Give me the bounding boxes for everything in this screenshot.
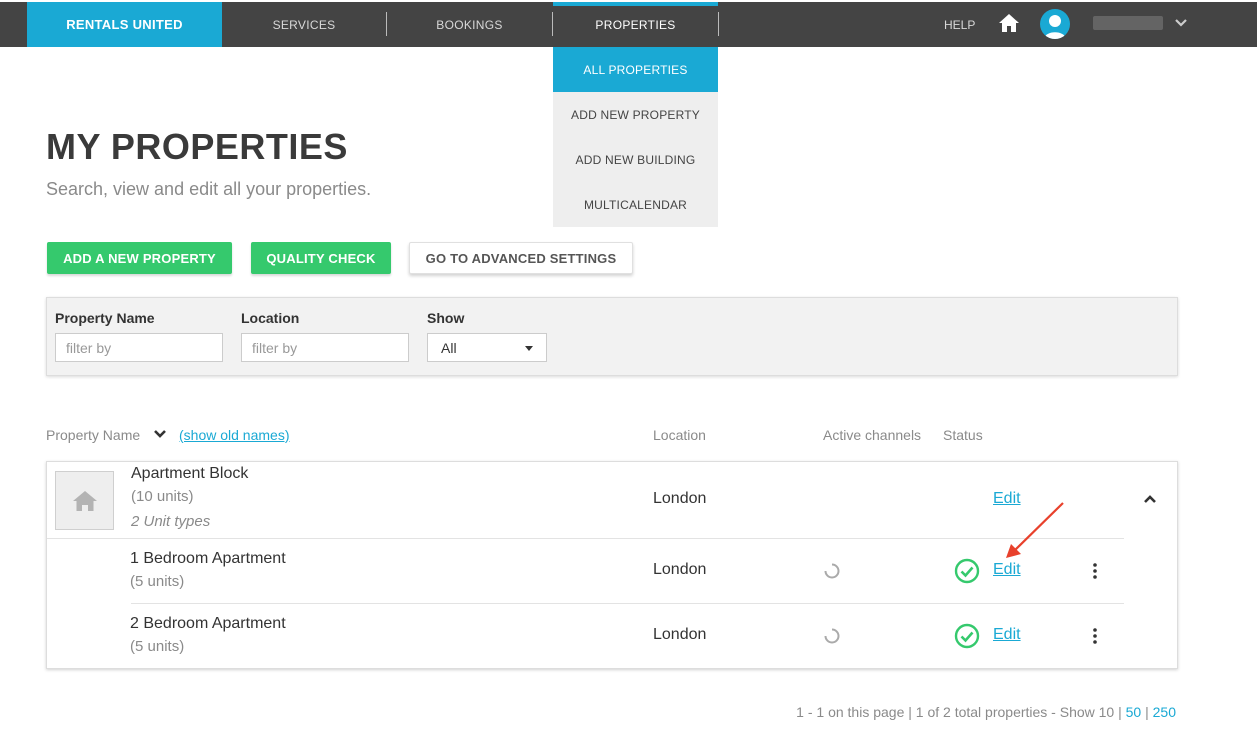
show-filter-value: All <box>441 339 457 356</box>
unit-count: (5 units) <box>130 573 185 590</box>
page-title: MY PROPERTIES <box>46 126 348 167</box>
row-divider <box>47 538 1124 539</box>
annotation-arrow-icon <box>1006 502 1064 558</box>
filter-panel: Property Name filter by Location filter … <box>46 297 1178 376</box>
menu-item-all-properties[interactable]: ALL PROPERTIES <box>553 47 718 92</box>
menu-item-add-new-property[interactable]: ADD NEW PROPERTY <box>553 92 718 137</box>
location-filter-input[interactable]: filter by <box>241 333 409 362</box>
property-name-filter-input[interactable]: filter by <box>55 333 223 362</box>
unit-edit-link[interactable]: Edit <box>993 626 1021 644</box>
chevron-up-icon[interactable] <box>1143 494 1157 504</box>
show-old-names-link[interactable]: (show old names) <box>179 427 290 443</box>
column-header-location: Location <box>653 427 706 443</box>
nav-bookings[interactable]: BOOKINGS <box>387 2 552 47</box>
loading-spinner-icon <box>824 563 840 579</box>
row-divider <box>131 603 1124 604</box>
more-options-icon[interactable] <box>1092 562 1098 580</box>
show-250-link[interactable]: 250 <box>1153 704 1176 720</box>
property-thumbnail <box>55 471 114 530</box>
show-filter-select[interactable]: All <box>427 333 547 362</box>
property-name-filter-label: Property Name <box>55 310 155 326</box>
pagination-summary: 1 - 1 on this page | 1 of 2 total proper… <box>796 704 1176 720</box>
user-avatar[interactable] <box>1040 9 1070 39</box>
status-check-icon <box>954 558 980 584</box>
status-check-icon <box>954 623 980 649</box>
building-units: (10 units) <box>131 488 194 505</box>
unit-name[interactable]: 1 Bedroom Apartment <box>130 550 286 568</box>
properties-dropdown-menu: ALL PROPERTIES ADD NEW PROPERTY ADD NEW … <box>553 47 718 227</box>
chevron-down-icon[interactable] <box>1174 16 1188 30</box>
show-50-link[interactable]: 50 <box>1126 704 1142 720</box>
advanced-settings-button[interactable]: GO TO ADVANCED SETTINGS <box>409 242 633 274</box>
add-new-property-button[interactable]: ADD A NEW PROPERTY <box>47 242 232 274</box>
pagination-separator: | <box>1141 704 1153 720</box>
unit-count: (5 units) <box>130 638 185 655</box>
loading-spinner-icon <box>824 628 840 644</box>
unit-location: London <box>653 626 707 643</box>
unit-location: London <box>653 561 707 578</box>
user-name-blurred[interactable] <box>1093 16 1163 30</box>
caret-down-icon <box>525 346 533 351</box>
show-filter-label: Show <box>427 310 465 326</box>
more-options-icon[interactable] <box>1092 627 1098 645</box>
menu-item-multicalendar[interactable]: MULTICALENDAR <box>553 182 718 227</box>
brand-logo[interactable]: RENTALS UNITED <box>27 2 222 47</box>
nav-services[interactable]: SERVICES <box>222 2 386 47</box>
building-unit-types: 2 Unit types <box>131 513 211 530</box>
page-subtitle: Search, view and edit all your propertie… <box>46 179 372 199</box>
column-header-property-name[interactable]: Property Name <box>46 427 140 443</box>
nav-properties[interactable]: PROPERTIES <box>553 2 718 47</box>
user-icon <box>1044 15 1066 39</box>
building-name[interactable]: Apartment Block <box>131 465 248 483</box>
properties-table: Apartment Block (10 units) 2 Unit types … <box>46 461 1178 669</box>
column-header-status: Status <box>943 427 983 443</box>
location-filter-label: Location <box>241 310 300 326</box>
quality-check-button[interactable]: QUALITY CHECK <box>251 242 391 274</box>
building-location: London <box>653 490 707 507</box>
nav-separator <box>718 12 719 36</box>
house-placeholder-icon <box>72 490 97 511</box>
menu-item-add-new-building[interactable]: ADD NEW BUILDING <box>553 137 718 182</box>
sort-chevron-down-icon[interactable] <box>153 428 167 440</box>
pagination-text: 1 - 1 on this page | 1 of 2 total proper… <box>796 704 1126 720</box>
column-header-active-channels: Active channels <box>823 427 922 443</box>
nav-help[interactable]: HELP <box>944 2 975 47</box>
unit-name[interactable]: 2 Bedroom Apartment <box>130 615 286 633</box>
home-icon[interactable] <box>998 13 1020 33</box>
unit-edit-link[interactable]: Edit <box>993 561 1021 579</box>
